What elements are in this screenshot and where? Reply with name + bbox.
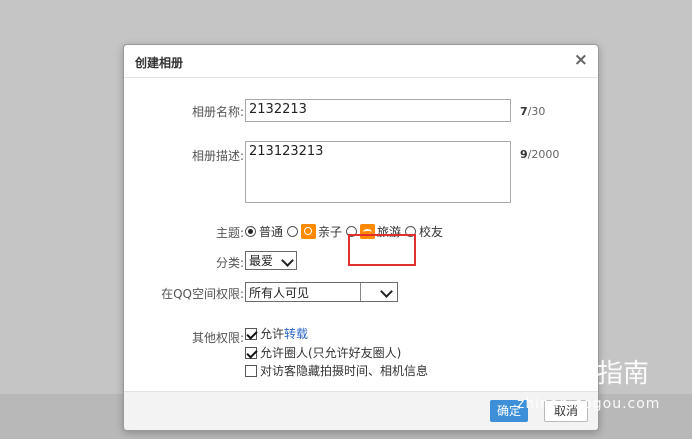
watermark-url: zhinan.sogou.com [517, 396, 661, 412]
highlight-box [348, 234, 416, 266]
album-name-count: 7 [520, 105, 528, 118]
album-desc-textarea[interactable]: 213123213 [245, 141, 511, 203]
theme-alumni-label: 校友 [419, 224, 444, 239]
theme-kid-label: 亲子 [318, 224, 343, 239]
option-hide-exif-label: 对访客隐藏拍摄时间、相机信息 [260, 364, 429, 378]
option-allow-repost[interactable]: 允许 转载 [245, 325, 308, 342]
radio-checked-icon[interactable] [245, 225, 256, 237]
theme-label: 主题: [215, 226, 244, 240]
album-desc-max: /2000 [527, 148, 560, 161]
option-allow-tag[interactable]: 允许圈人(只允许好友圈人) [245, 344, 401, 361]
watermark-brand: 搜狗指南 [545, 359, 650, 389]
dialog-header: 创建相册 × [124, 45, 598, 78]
album-name-input[interactable]: 2132213 [245, 99, 511, 122]
album-desc-label: 相册描述: [191, 149, 244, 163]
album-desc-count: 9 [520, 148, 528, 161]
chevron-down-icon [380, 285, 393, 298]
checkbox-checked-icon[interactable] [245, 346, 257, 359]
other-permissions-label: 其他权限: [191, 331, 244, 345]
kid-icon [301, 223, 317, 239]
select-divider [360, 283, 361, 301]
permission-label: 在QQ空间权限: [161, 287, 244, 301]
watermark-logo: S 搜狗指南 [513, 353, 649, 390]
category-select[interactable]: 最爱 [245, 251, 297, 270]
option-hide-exif[interactable]: 对访客隐藏拍摄时间、相机信息 [245, 362, 428, 379]
checkbox-icon[interactable] [245, 364, 257, 377]
album-name-counter: 7/30 [520, 105, 545, 118]
theme-option-kid[interactable]: 亲子 [287, 223, 342, 240]
category-value: 最爱 [249, 254, 274, 268]
permission-value: 所有人可见 [249, 285, 310, 300]
theme-radio-group: 普通 亲子 旅游 校友 [245, 222, 447, 240]
dialog-title: 创建相册 [135, 56, 184, 70]
category-label: 分类: [215, 256, 244, 270]
option-allow-repost-prefix: 允许 [260, 327, 285, 341]
album-name-max: /30 [527, 105, 546, 118]
theme-normal-label: 普通 [259, 224, 284, 239]
permission-select[interactable]: 所有人可见 [245, 282, 398, 302]
checkbox-checked-icon[interactable] [245, 327, 257, 340]
radio-icon[interactable] [287, 225, 299, 237]
theme-option-normal[interactable]: 普通 [245, 223, 283, 240]
chevron-down-icon [281, 254, 294, 267]
option-allow-tag-label: 允许圈人(只允许好友圈人) [260, 346, 402, 360]
sogou-logo-icon: S [513, 357, 541, 386]
repost-link[interactable]: 转载 [284, 325, 308, 342]
album-desc-counter: 9/2000 [520, 148, 559, 161]
close-icon[interactable]: × [574, 50, 588, 70]
album-name-label: 相册名称: [191, 105, 244, 119]
